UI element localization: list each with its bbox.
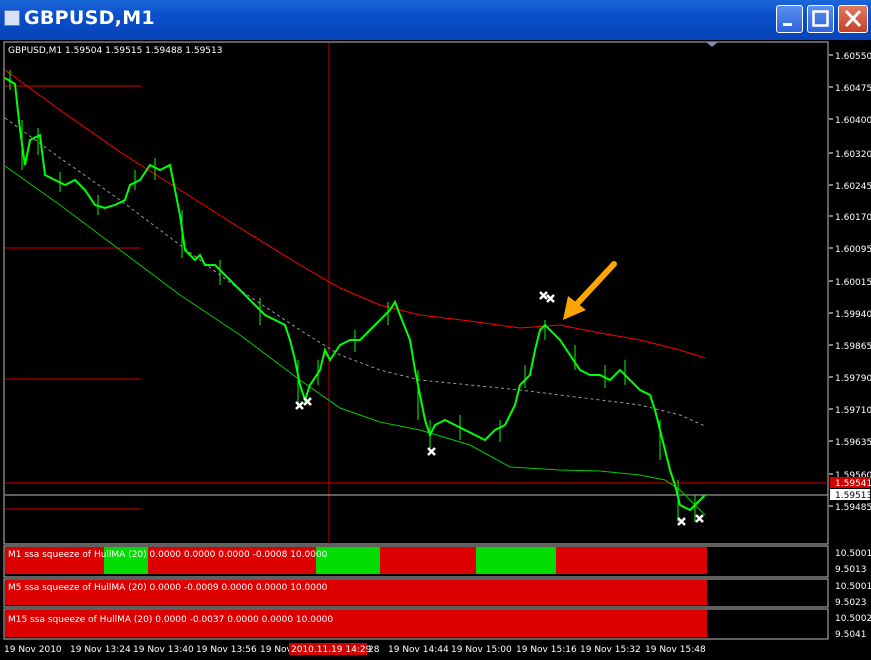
indicator-panel-m15[interactable]: M15 ssa squeeze of HullMA (20) 0.0000 -0… xyxy=(3,608,871,640)
time-axis: 19 Nov 2010 19 Nov 13:24 19 Nov 13:40 19… xyxy=(4,643,706,655)
svg-text:19 Nov 15:32: 19 Nov 15:32 xyxy=(580,645,641,655)
indicator-scale-top: 10.5002 xyxy=(835,614,871,624)
svg-text:19 Nov 15:16: 19 Nov 15:16 xyxy=(516,645,577,655)
svg-text:19 Nov 13:56: 19 Nov 13:56 xyxy=(196,645,257,655)
svg-text:1.59485: 1.59485 xyxy=(835,503,871,513)
svg-text:19 Nov: 19 Nov xyxy=(260,645,293,655)
svg-text:19 Nov 15:00: 19 Nov 15:00 xyxy=(451,645,512,655)
chart-info-label: GBPUSD,M1 1.59504 1.59515 1.59488 1.5951… xyxy=(8,46,222,56)
minimize-icon xyxy=(783,23,792,26)
indicator-scale-bottom: 9.5041 xyxy=(835,630,867,640)
maximize-icon xyxy=(812,10,829,27)
svg-text:1.59790: 1.59790 xyxy=(835,374,871,384)
svg-text:19 Nov 13:24: 19 Nov 13:24 xyxy=(70,645,131,655)
indicator-scale-top: 10.5001 xyxy=(835,582,871,592)
svg-text:19 Nov 15:48: 19 Nov 15:48 xyxy=(645,645,706,655)
svg-text:1.59865: 1.59865 xyxy=(835,342,871,352)
svg-text:19 Nov 2010: 19 Nov 2010 xyxy=(4,645,62,655)
svg-text:1.60170: 1.60170 xyxy=(835,213,871,223)
indicator-scale-bottom: 9.5023 xyxy=(835,598,867,608)
svg-text:1.60550: 1.60550 xyxy=(835,52,871,62)
chart-area[interactable]: GBPUSD,M1 1.59504 1.59515 1.59488 1.5951… xyxy=(0,40,871,660)
svg-text:1.60400: 1.60400 xyxy=(835,116,871,126)
maximize-button[interactable] xyxy=(807,5,834,33)
red-price-label: 1.59541 xyxy=(835,479,871,489)
close-button[interactable] xyxy=(838,5,868,33)
window-titlebar: GBPUSD,M1 xyxy=(0,0,871,40)
svg-text:1.60320: 1.60320 xyxy=(835,150,871,160)
indicator-panel-m1[interactable]: M1 ssa squeeze of HullMA (20) 0.0000 0.0… xyxy=(3,545,871,578)
main-chart-frame xyxy=(3,41,829,545)
time-highlight-label: 2010.11.19 14:29 xyxy=(291,645,372,655)
svg-text:1.60015: 1.60015 xyxy=(835,278,871,288)
window-title: GBPUSD,M1 xyxy=(24,7,155,29)
svg-text:1.59940: 1.59940 xyxy=(835,310,871,320)
close-icon xyxy=(844,9,862,28)
svg-text:1.59635: 1.59635 xyxy=(835,438,871,448)
svg-text:19 Nov 14:44: 19 Nov 14:44 xyxy=(388,645,449,655)
indicator-label: M1 ssa squeeze of HullMA (20) 0.0000 0.0… xyxy=(8,550,328,560)
indicator-label: M5 ssa squeeze of HullMA (20) 0.0000 -0.… xyxy=(8,583,328,593)
svg-text:1.59710: 1.59710 xyxy=(835,406,871,416)
svg-text:19 Nov 13:40: 19 Nov 13:40 xyxy=(133,645,194,655)
indicator-scale-bottom: 9.5013 xyxy=(835,565,867,575)
svg-text:1.60475: 1.60475 xyxy=(835,84,871,94)
minimize-button[interactable] xyxy=(776,5,803,33)
indicator-scale-top: 10.5001 xyxy=(835,549,871,559)
svg-text:28: 28 xyxy=(368,645,380,655)
chart-window-icon xyxy=(4,10,20,26)
current-price-label: 1.59513 xyxy=(835,491,871,501)
svg-text:1.60095: 1.60095 xyxy=(835,245,871,255)
price-axis: 1.60550 1.60475 1.60400 1.60320 1.60245 … xyxy=(829,52,871,513)
indicator-panel-m5[interactable]: M5 ssa squeeze of HullMA (20) 0.0000 -0.… xyxy=(3,578,871,608)
indicator-label: M15 ssa squeeze of HullMA (20) 0.0000 -0… xyxy=(8,615,333,625)
svg-text:1.60245: 1.60245 xyxy=(835,182,871,192)
